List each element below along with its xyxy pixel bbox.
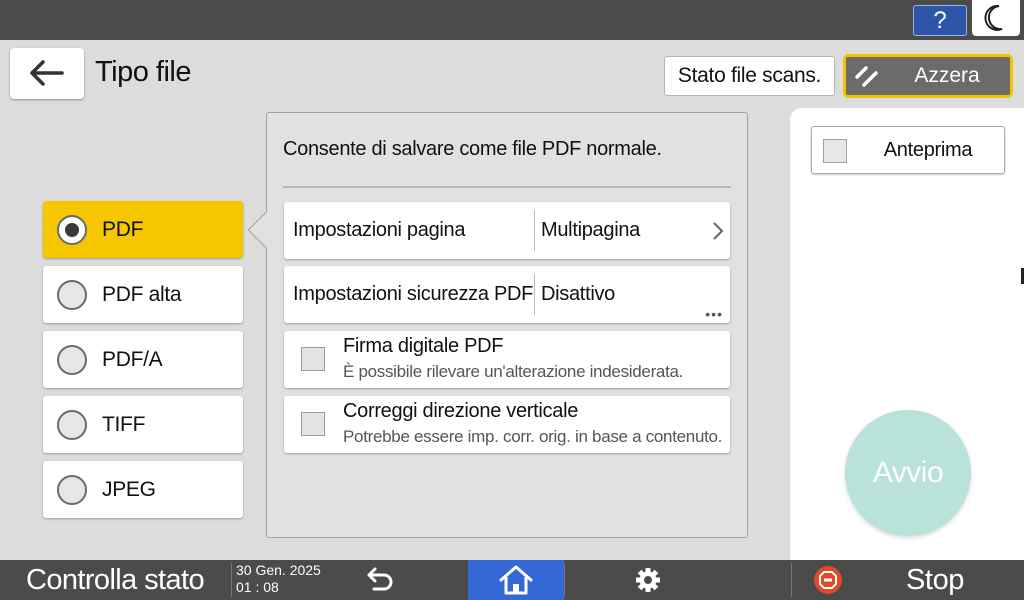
- moon-icon: [984, 4, 1003, 31]
- radio-circle: [57, 345, 87, 375]
- file-type-option-pdf-a[interactable]: PDF/A: [43, 331, 243, 388]
- setting-value: Disattivo: [541, 283, 615, 305]
- checkbox-box[interactable]: [301, 412, 325, 436]
- radio-circle: [57, 475, 87, 505]
- file-type-label: TIFF: [102, 413, 146, 436]
- settings-button[interactable]: [630, 564, 666, 596]
- pdf-description: Consente di salvare come file PDF normal…: [283, 138, 662, 160]
- start-button[interactable]: Avvio: [845, 410, 971, 536]
- chevron-right-icon: [713, 222, 724, 240]
- file-type-option-jpeg[interactable]: JPEG: [43, 461, 243, 518]
- file-type-option-tiff[interactable]: TIFF: [43, 396, 243, 453]
- scan-file-status-button[interactable]: Stato file scans.: [664, 56, 835, 96]
- back-arrow-icon: [30, 60, 64, 86]
- file-type-label: PDF/A: [102, 348, 163, 371]
- check-status-button[interactable]: Controlla stato: [0, 560, 230, 600]
- divider: [534, 210, 535, 251]
- setting-key: Impostazioni pagina: [293, 219, 466, 241]
- reset-button-label: Azzera: [914, 64, 980, 87]
- checkbox-title: Firma digitale PDF: [343, 335, 504, 357]
- night-mode-button[interactable]: [972, 0, 1020, 36]
- help-button[interactable]: ?: [913, 5, 967, 36]
- divider: [283, 186, 731, 188]
- reset-icon: [855, 66, 878, 87]
- digital-signature-pdf-checkbox[interactable]: Firma digitale PDF È possibile rilevare …: [284, 331, 730, 388]
- divider: [231, 563, 232, 597]
- time-text: 01 : 08: [236, 579, 279, 595]
- home-icon: [499, 565, 533, 595]
- checkbox-box: [823, 139, 847, 163]
- undo-icon: [367, 567, 393, 591]
- divider: [791, 563, 792, 597]
- checkbox-subtitle: Potrebbe essere imp. corr. orig. in base…: [343, 427, 723, 446]
- gear-icon: [636, 568, 660, 592]
- setting-value: Multipagina: [541, 219, 640, 241]
- radio-circle: [57, 215, 87, 245]
- radio-circle: [57, 280, 87, 310]
- more-dots-icon: •••: [705, 306, 723, 322]
- pdf-settings-panel: [266, 112, 748, 538]
- stop-icon: [814, 566, 842, 594]
- preview-toggle[interactable]: Anteprima: [811, 126, 1005, 174]
- checkbox-subtitle: È possibile rilevare un'alterazione inde…: [343, 362, 684, 381]
- file-type-label: JPEG: [102, 478, 156, 501]
- correct-vertical-direction-checkbox[interactable]: Correggi direzione verticale Potrebbe es…: [284, 396, 730, 453]
- divider: [534, 274, 535, 315]
- top-bar: [0, 0, 1024, 40]
- page-settings-row[interactable]: Impostazioni pagina Multipagina: [284, 202, 730, 259]
- setting-key: Impostazioni sicurezza PDF: [293, 283, 534, 305]
- stop-button[interactable]: Stop: [880, 560, 990, 600]
- date-time: 30 Gen. 2025 01 : 08: [236, 562, 321, 596]
- divider: [564, 563, 565, 597]
- checkbox-title: Correggi direzione verticale: [343, 400, 579, 422]
- radio-circle: [57, 410, 87, 440]
- stop-button-icon[interactable]: [813, 565, 843, 595]
- home-button[interactable]: [468, 560, 564, 600]
- back-button[interactable]: [10, 48, 84, 99]
- reset-button[interactable]: Azzera: [843, 54, 1013, 98]
- pdf-security-settings-row[interactable]: Impostazioni sicurezza PDF Disattivo •••: [284, 266, 730, 323]
- file-type-option-pdf-high-compression[interactable]: PDF alta compr.: [43, 266, 243, 363]
- file-type-label: PDF: [102, 218, 144, 241]
- preview-label: Anteprima: [883, 139, 973, 161]
- page-title: Tipo file: [95, 56, 191, 88]
- date-text: 30 Gen. 2025: [236, 562, 321, 578]
- checkbox-box[interactable]: [301, 347, 325, 371]
- file-type-option-pdf[interactable]: PDF: [43, 201, 243, 258]
- undo-button[interactable]: [358, 563, 402, 597]
